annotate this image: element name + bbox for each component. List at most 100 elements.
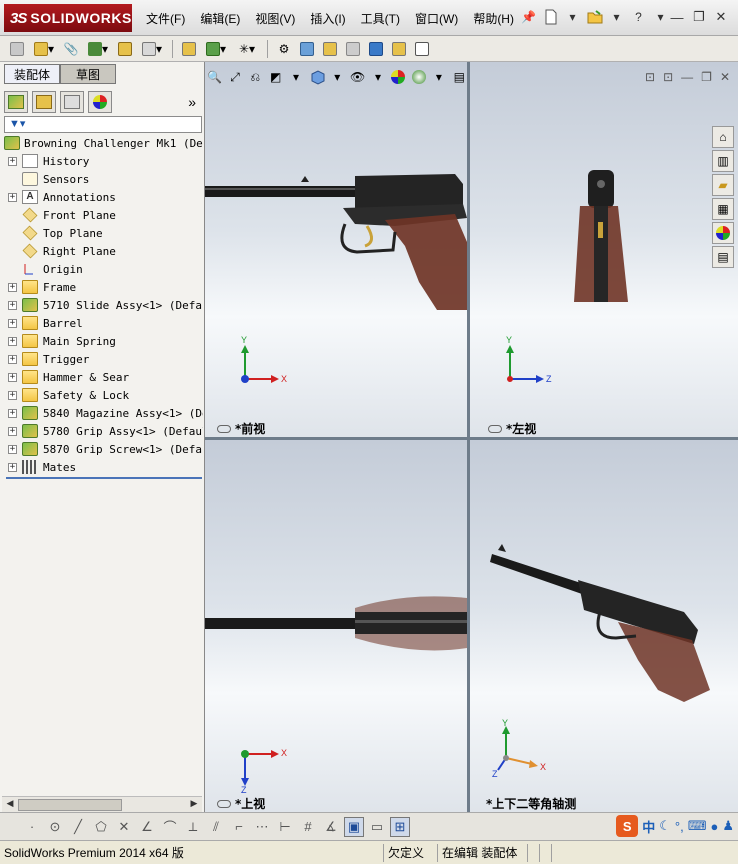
display-style-icon[interactable] [309, 68, 325, 86]
section-view-icon[interactable]: ◩ [268, 68, 283, 86]
close-icon[interactable]: ✕ [712, 8, 730, 26]
graphics-area[interactable]: 🔍 ⤢ ⎌ ◩ ▾ ▾ 👁 ▾ ▾ ▤ Y X *前视 ⊡ ⊡ — ❐ ✕ Y … [205, 62, 738, 812]
property-manager-tab[interactable] [32, 91, 56, 113]
menu-file[interactable]: 文件(F) [146, 10, 185, 27]
tree-item[interactable]: + A Annotations [2, 188, 203, 206]
custom-properties-tab[interactable]: ▤ [712, 246, 734, 268]
edit-appearance-icon[interactable] [391, 68, 406, 86]
minimize-icon[interactable]: — [668, 8, 686, 26]
tree-filter[interactable]: ▼▾ [4, 116, 202, 133]
ime-keyboard-icon[interactable]: ⌨ [688, 818, 707, 834]
zoom-area-icon[interactable]: ⤢ [227, 68, 242, 86]
expand-icon[interactable]: + [8, 426, 17, 436]
ime-punctuation-icon[interactable]: °, [675, 819, 684, 834]
solidworks-logo[interactable]: 3S SOLIDWORKS [4, 4, 132, 32]
line-icon[interactable]: ╱ [68, 817, 88, 837]
display-manager-tab[interactable] [88, 91, 112, 113]
sketch-fillet-icon[interactable]: ⌒ [160, 817, 180, 837]
exploded-view-icon[interactable] [321, 40, 339, 58]
menu-window[interactable]: 窗口(W) [415, 10, 458, 27]
viewport-left[interactable]: ⊡ ⊡ — ❐ ✕ Y Z *左视 [470, 62, 738, 437]
view-palette-tab[interactable]: ▦ [712, 198, 734, 220]
viewport-front[interactable]: 🔍 ⤢ ⎌ ◩ ▾ ▾ 👁 ▾ ▾ ▤ Y X *前视 [205, 62, 467, 437]
spline-icon[interactable]: ⋯ [252, 817, 272, 837]
view-settings-icon[interactable]: ▤ [452, 68, 467, 86]
display-style-dropdown-icon[interactable]: ▾ [330, 68, 345, 86]
point-icon[interactable]: · [22, 817, 42, 837]
viewport-close-icon[interactable]: ✕ [720, 70, 730, 84]
smart-fasteners-icon[interactable] [116, 40, 134, 58]
extend-icon[interactable]: ∠ [137, 817, 157, 837]
menu-view[interactable]: 视图(V) [255, 10, 295, 27]
tree-item[interactable]: +5710 Slide Assy<1> (Default [2, 296, 203, 314]
filter-icon[interactable]: ▼▾ [9, 118, 25, 130]
menu-insert[interactable]: 插入(I) [310, 10, 345, 27]
pin-icon[interactable]: 📌 [520, 8, 537, 25]
insert-component-icon[interactable]: ▾ [31, 40, 57, 58]
hide-show-items-icon[interactable]: 👁 [350, 68, 365, 86]
angle-icon[interactable]: ∡ [321, 817, 341, 837]
tree-item[interactable]: + Barrel [2, 314, 203, 332]
menu-edit[interactable]: 编辑(E) [200, 10, 240, 27]
mirror-icon[interactable]: ⫽ [206, 817, 226, 837]
scroll-left-icon[interactable]: ◀ [4, 798, 16, 810]
tree-item[interactable]: + History [2, 152, 203, 170]
tree-item[interactable]: + Mates [2, 458, 203, 476]
show-hidden-icon[interactable] [180, 40, 198, 58]
tab-sketch[interactable]: 草图 [60, 64, 116, 84]
corner-rectangle-icon[interactable]: ⌐ [229, 817, 249, 837]
tree-item[interactable]: + Hammer & Sear [2, 368, 203, 386]
tree-item[interactable]: +5780 Grip Assy<1> (Default) [2, 422, 203, 440]
linear-pattern-icon[interactable]: ▾ [85, 40, 111, 58]
file-explorer-tab[interactable]: ▰ [712, 174, 734, 196]
bill-of-materials-icon[interactable] [298, 40, 316, 58]
tree-item[interactable]: +5840 Magazine Assy<1> (Def [2, 404, 203, 422]
explode-line-sketch-icon[interactable] [344, 40, 362, 58]
viewport-next-icon[interactable]: ⊡ [663, 70, 673, 84]
hide-show-dropdown-icon[interactable]: ▾ [370, 68, 385, 86]
menu-help[interactable]: 帮助(H) [473, 10, 514, 27]
feature-manager-tab[interactable] [4, 91, 28, 113]
link-views-icon[interactable] [217, 424, 231, 433]
viewport-previous-icon[interactable]: ⊡ [645, 70, 655, 84]
menu-tools[interactable]: 工具(T) [361, 10, 400, 27]
reference-geometry-icon[interactable]: ✳▾ [234, 40, 260, 58]
expand-icon[interactable]: + [8, 192, 17, 202]
link-views-icon[interactable] [217, 799, 231, 808]
instant3d-icon[interactable] [413, 40, 431, 58]
tree-item[interactable]: + Trigger [2, 350, 203, 368]
new-document-icon[interactable] [542, 8, 559, 25]
assembly-features-icon[interactable]: ▾ [203, 40, 229, 58]
scroll-right-icon[interactable]: ▶ [188, 798, 200, 810]
assembly-component-icon[interactable] [8, 40, 26, 58]
tree-item[interactable]: Front Plane [2, 206, 203, 224]
solidworks-resources-tab[interactable]: ⌂ [712, 126, 734, 148]
clearance-verification-icon[interactable] [390, 40, 408, 58]
design-library-tab[interactable]: ▥ [712, 150, 734, 172]
apply-scene-icon[interactable] [411, 68, 426, 86]
ime-logo[interactable]: S [616, 815, 639, 837]
tree-item[interactable]: +5870 Grip Screw<1> (Default [2, 440, 203, 458]
expand-icon[interactable]: + [8, 462, 17, 472]
view-orientation-icon[interactable]: ▾ [288, 68, 303, 86]
expand-icon[interactable]: + [8, 372, 17, 382]
expand-icon[interactable]: + [8, 390, 17, 400]
tree-item[interactable]: Sensors [2, 170, 203, 188]
offset-icon[interactable]: ⟂ [183, 817, 203, 837]
tree-item[interactable]: Top Plane [2, 224, 203, 242]
open-dropdown-icon[interactable]: ▾ [608, 8, 625, 25]
zoom-to-fit-icon[interactable]: 🔍 [207, 68, 222, 86]
expand-icon[interactable]: + [8, 336, 17, 346]
configuration-manager-tab[interactable] [60, 91, 84, 113]
ime-moon-icon[interactable]: ☾ [659, 818, 671, 834]
help-dropdown-icon[interactable]: ▾ [652, 8, 669, 25]
new-dropdown-icon[interactable]: ▾ [564, 8, 581, 25]
tree-item[interactable]: Browning Challenger Mk1 (Default [2, 134, 203, 152]
tree-item[interactable]: + Frame [2, 278, 203, 296]
appearances-tab[interactable] [712, 222, 734, 244]
more-tabs-icon[interactable]: » [188, 94, 196, 110]
new-motion-study-icon[interactable]: ⚙ [275, 40, 293, 58]
trim-icon[interactable]: ✕ [114, 817, 134, 837]
viewport-minimize-icon[interactable]: — [681, 70, 693, 84]
tree-item[interactable]: + Main Spring [2, 332, 203, 350]
